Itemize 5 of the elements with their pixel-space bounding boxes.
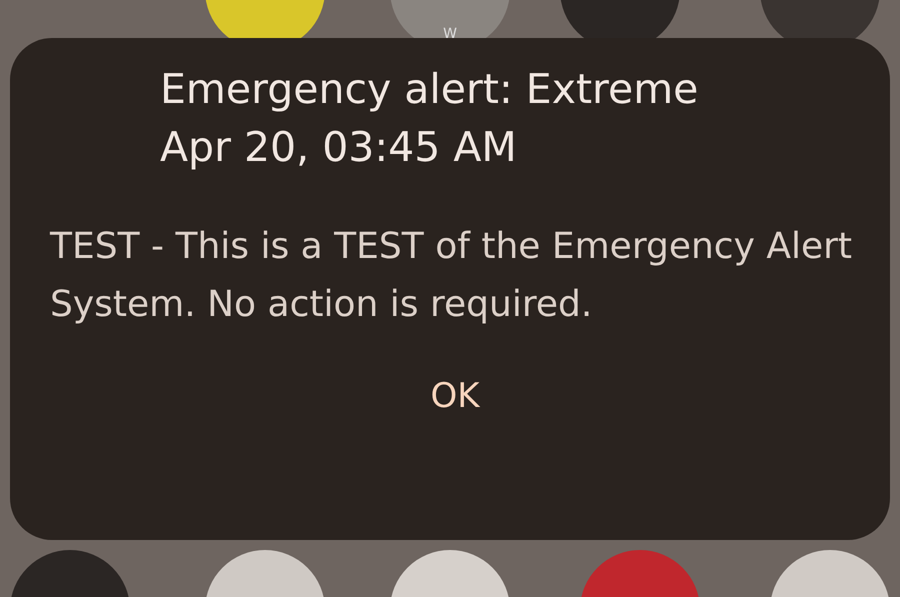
alert-timestamp: Apr 20, 03:45 AM (159, 122, 518, 173)
ok-button[interactable]: OK (414, 368, 496, 424)
app-icon-letter: W (443, 26, 457, 42)
alert-message: TEST - This is a TEST of the Emergency Alert System. No action is required. (50, 225, 854, 327)
alert-title: Emergency alert: Extreme (159, 64, 700, 115)
